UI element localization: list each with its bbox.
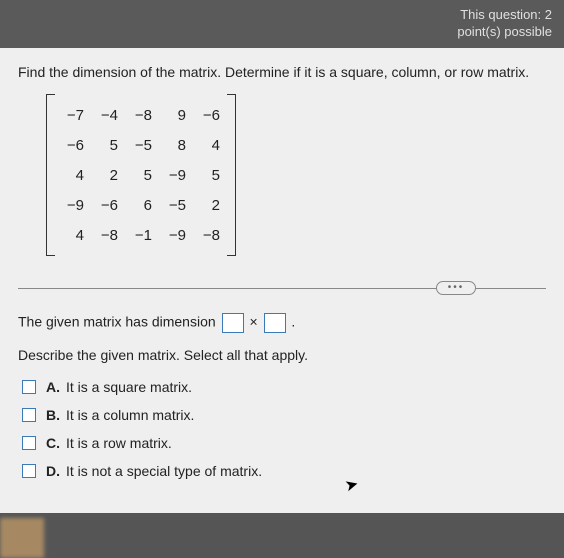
option-letter: A.	[46, 379, 60, 395]
matrix-row: −65−584	[56, 130, 226, 160]
matrix-row: 425−95	[56, 160, 226, 190]
checkbox-icon[interactable]	[22, 464, 36, 478]
matrix-row: −9−66−52	[56, 190, 226, 220]
option-letter: C.	[46, 435, 60, 451]
dimension-statement: The given matrix has dimension × .	[18, 313, 546, 333]
option-d[interactable]: D. It is not a special type of matrix.	[22, 463, 546, 479]
dimension-cols-input[interactable]	[264, 313, 286, 333]
matrix: −7−4−89−6 −65−584 425−95 −9−66−52 4−8−1−…	[46, 94, 236, 256]
option-text: It is a column matrix.	[66, 407, 194, 423]
describe-prompt: Describe the given matrix. Select all th…	[18, 347, 546, 363]
option-text: It is a row matrix.	[66, 435, 172, 451]
option-letter: B.	[46, 407, 60, 423]
option-b[interactable]: B. It is a column matrix.	[22, 407, 546, 423]
dimension-suffix: .	[291, 314, 295, 330]
checkbox-icon[interactable]	[22, 408, 36, 422]
expand-button[interactable]: •••	[436, 281, 476, 295]
points-possible: point(s) possible	[457, 24, 552, 39]
points-value: 2	[545, 7, 552, 22]
option-letter: D.	[46, 463, 60, 479]
question-points: This question: 2 point(s) possible	[457, 7, 552, 41]
option-a[interactable]: A. It is a square matrix.	[22, 379, 546, 395]
divider: •••	[18, 281, 546, 295]
photo-edge	[0, 518, 44, 558]
checkbox-icon[interactable]	[22, 436, 36, 450]
dimension-times: ×	[249, 314, 257, 330]
matrix-table: −7−4−89−6 −65−584 425−95 −9−66−52 4−8−1−…	[56, 100, 226, 250]
dimension-prefix: The given matrix has dimension	[18, 314, 220, 330]
checkbox-icon[interactable]	[22, 380, 36, 394]
matrix-row: −7−4−89−6	[56, 100, 226, 130]
option-c[interactable]: C. It is a row matrix.	[22, 435, 546, 451]
option-text: It is a square matrix.	[66, 379, 192, 395]
dimension-rows-input[interactable]	[222, 313, 244, 333]
content-panel: Find the dimension of the matrix. Determ…	[0, 48, 564, 513]
points-label: This question:	[460, 7, 541, 22]
matrix-row: 4−8−1−9−8	[56, 220, 226, 250]
option-text: It is not a special type of matrix.	[66, 463, 262, 479]
question-prompt: Find the dimension of the matrix. Determ…	[18, 64, 546, 80]
header-bar: Question 20 of 29 This question: 2 point…	[0, 0, 564, 48]
options-list: A. It is a square matrix. B. It is a col…	[22, 379, 546, 479]
